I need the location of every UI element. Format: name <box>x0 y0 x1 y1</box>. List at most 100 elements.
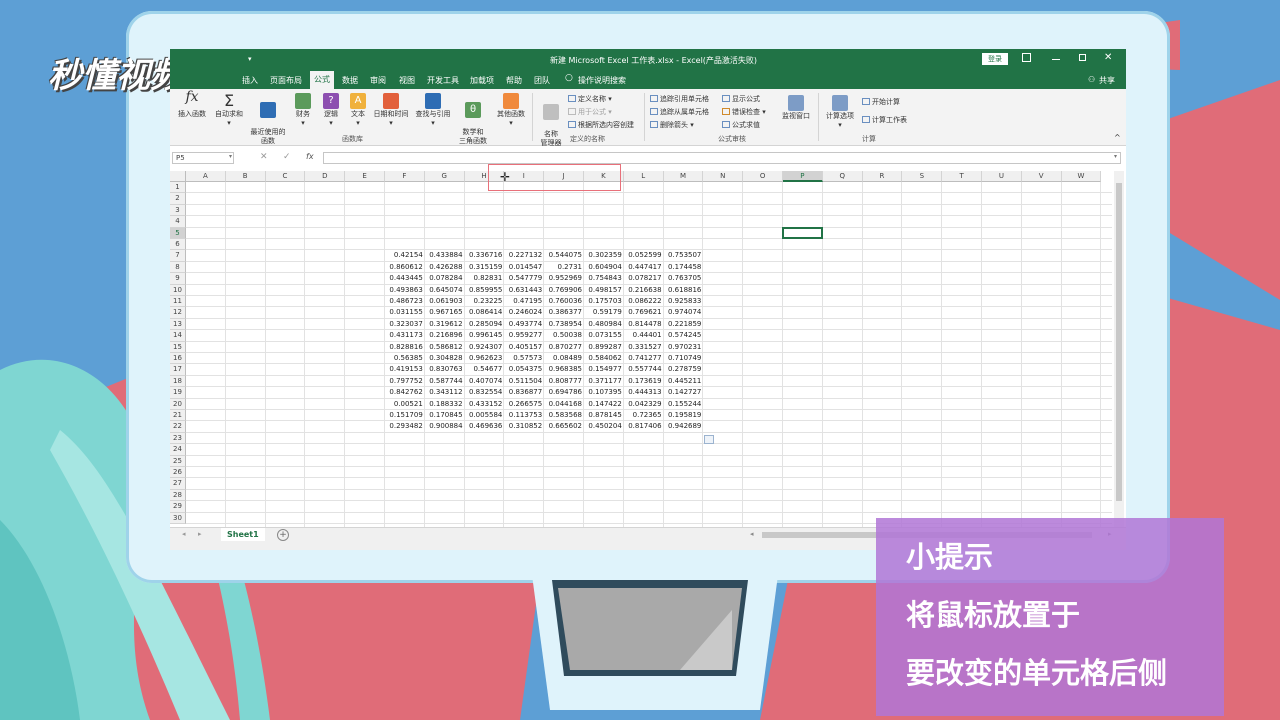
tell-me-search[interactable]: 操作说明搜索 <box>578 75 626 86</box>
cell-k16[interactable]: 0.584062 <box>584 353 621 364</box>
scroll-left-icon[interactable]: ◂ <box>750 530 754 538</box>
row-header-12[interactable]: 12 <box>170 307 186 319</box>
cell-m21[interactable]: 0.195819 <box>664 410 701 421</box>
column-header-m[interactable]: M <box>663 171 704 182</box>
remove-arrows-button[interactable]: 删除箭头 ▾ <box>650 120 694 130</box>
cell-l22[interactable]: 0.817406 <box>624 421 661 432</box>
autosum-button[interactable]: Σ 自动求和 ▾ <box>212 93 246 128</box>
row-header-6[interactable]: 6 <box>170 239 186 251</box>
row-header-26[interactable]: 26 <box>170 467 186 479</box>
cell-f8[interactable]: 0.860612 <box>385 262 422 273</box>
row-header-27[interactable]: 27 <box>170 478 186 490</box>
insert-function-button[interactable]: fx 插入函数 <box>174 90 210 119</box>
column-header-r[interactable]: R <box>862 171 903 182</box>
define-name-button[interactable]: 定义名称 ▾ <box>568 94 612 104</box>
cell-l13[interactable]: 0.814478 <box>624 319 661 330</box>
calc-sheet-button[interactable]: 计算工作表 <box>862 115 907 125</box>
cell-h10[interactable]: 0.859955 <box>465 285 502 296</box>
watch-window-button[interactable]: 监视窗口 <box>778 95 814 121</box>
row-header-11[interactable]: 11 <box>170 296 186 308</box>
column-header-p[interactable]: P <box>783 171 823 182</box>
row-header-29[interactable]: 29 <box>170 501 186 513</box>
column-header-o[interactable]: O <box>743 171 783 182</box>
cell-g12[interactable]: 0.967165 <box>425 307 462 318</box>
quick-access-more[interactable]: ▾ <box>248 55 252 63</box>
cell-l21[interactable]: 0.72365 <box>624 410 662 421</box>
cell-g9[interactable]: 0.078284 <box>425 273 462 284</box>
cell-i11[interactable]: 0.47195 <box>504 296 542 307</box>
column-header-v[interactable]: V <box>1021 171 1062 182</box>
row-header-8[interactable]: 8 <box>170 261 186 274</box>
row-header-9[interactable]: 9 <box>170 273 186 285</box>
cell-g17[interactable]: 0.830763 <box>425 364 462 375</box>
cell-m17[interactable]: 0.278759 <box>664 364 701 375</box>
cell-f10[interactable]: 0.493863 <box>385 285 422 296</box>
cell-j7[interactable]: 0.544075 <box>544 250 582 261</box>
row-header-17[interactable]: 17 <box>170 364 186 376</box>
cell-j21[interactable]: 0.583568 <box>544 410 582 421</box>
cell-k18[interactable]: 0.371177 <box>584 376 621 387</box>
row-header-20[interactable]: 20 <box>170 398 186 410</box>
cell-h20[interactable]: 0.433152 <box>465 399 502 410</box>
cell-g20[interactable]: 0.188332 <box>425 399 462 410</box>
cell-j11[interactable]: 0.760036 <box>544 296 582 307</box>
row-header-19[interactable]: 19 <box>170 387 186 399</box>
row-header-28[interactable]: 28 <box>170 489 186 502</box>
use-in-formula-button[interactable]: 用于公式 ▾ <box>568 107 612 117</box>
cell-l17[interactable]: 0.557744 <box>624 364 661 375</box>
cell-k8[interactable]: 0.604904 <box>584 262 621 273</box>
cell-f7[interactable]: 0.42154 <box>385 250 423 261</box>
cell-j12[interactable]: 0.386377 <box>544 307 582 318</box>
cell-h12[interactable]: 0.086414 <box>465 307 502 318</box>
login-button[interactable]: 登录 <box>982 53 1008 65</box>
tab-developer[interactable]: 开发工具 <box>427 75 459 86</box>
cell-i13[interactable]: 0.493774 <box>504 319 542 330</box>
cell-m19[interactable]: 0.142727 <box>664 387 701 398</box>
tab-addins[interactable]: 加载项 <box>470 75 494 86</box>
tab-formulas[interactable]: 公式 <box>310 71 334 89</box>
cell-f20[interactable]: 0.00521 <box>385 399 423 410</box>
cell-m18[interactable]: 0.445211 <box>664 376 701 387</box>
cell-k7[interactable]: 0.302359 <box>584 250 621 261</box>
tab-data[interactable]: 数据 <box>342 75 358 86</box>
logical-button[interactable]: ? 逻辑 ▾ <box>318 93 344 128</box>
cell-g11[interactable]: 0.061903 <box>425 296 462 307</box>
cell-k10[interactable]: 0.498157 <box>584 285 621 296</box>
tab-team[interactable]: 团队 <box>534 75 550 86</box>
vertical-scroll-thumb[interactable] <box>1116 183 1122 501</box>
select-all-corner[interactable] <box>170 171 186 182</box>
cell-l18[interactable]: 0.173619 <box>624 376 661 387</box>
selected-cell-p5[interactable] <box>782 226 823 239</box>
cell-i10[interactable]: 0.631443 <box>504 285 542 296</box>
vertical-scrollbar[interactable] <box>1114 171 1124 527</box>
cell-f17[interactable]: 0.419153 <box>385 364 422 375</box>
row-header-22[interactable]: 22 <box>170 421 186 433</box>
cell-g18[interactable]: 0.587744 <box>425 376 462 387</box>
column-header-b[interactable]: B <box>225 171 266 182</box>
cell-i22[interactable]: 0.310852 <box>504 421 542 432</box>
cell-k11[interactable]: 0.175703 <box>584 296 621 307</box>
row-header-10[interactable]: 10 <box>170 284 186 296</box>
cell-j17[interactable]: 0.968385 <box>544 364 582 375</box>
tab-view[interactable]: 视图 <box>399 75 415 86</box>
next-sheet-icon[interactable]: ▸ <box>198 530 202 538</box>
trace-dependents-button[interactable]: 追踪从属单元格 <box>650 107 709 117</box>
cell-h14[interactable]: 0.996145 <box>465 330 502 341</box>
create-from-selection-button[interactable]: 根据所选内容创建 <box>568 120 634 130</box>
cell-k9[interactable]: 0.754843 <box>584 273 621 284</box>
add-sheet-button[interactable]: + <box>277 529 289 541</box>
cell-h16[interactable]: 0.962623 <box>465 353 502 364</box>
column-header-u[interactable]: U <box>982 171 1022 182</box>
cell-g13[interactable]: 0.319612 <box>425 319 462 330</box>
column-header-d[interactable]: D <box>305 171 346 182</box>
column-header-t[interactable]: T <box>942 171 982 182</box>
recently-used-button[interactable]: 最近使用的 函数 <box>248 93 288 146</box>
cell-i9[interactable]: 0.547779 <box>504 273 542 284</box>
column-header-w[interactable]: W <box>1061 171 1102 182</box>
cell-h18[interactable]: 0.407074 <box>465 376 502 387</box>
column-header-l[interactable]: L <box>623 171 664 182</box>
calc-now-button[interactable]: 开始计算 <box>862 97 900 107</box>
cell-j22[interactable]: 0.665602 <box>544 421 582 432</box>
cell-g14[interactable]: 0.216896 <box>425 330 462 341</box>
cell-i8[interactable]: 0.014547 <box>504 262 542 273</box>
